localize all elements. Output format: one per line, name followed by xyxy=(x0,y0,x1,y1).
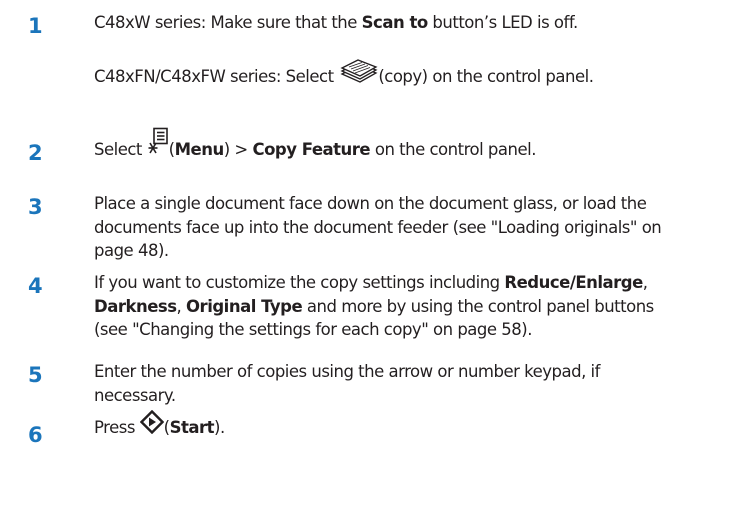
step-6-suffix: ). xyxy=(214,418,225,437)
reduce-enlarge-label: Reduce/Enlarge xyxy=(504,273,643,292)
step-text: Enter the number of copies using the arr… xyxy=(94,360,740,407)
step-number: 5 xyxy=(28,363,43,387)
copy-icon xyxy=(338,58,378,91)
step-5-line-1: Enter the number of copies using the arr… xyxy=(94,362,600,381)
step-1-suffix: button’s LED is off. xyxy=(427,13,578,32)
step-3-line-1: Place a single document face down on the… xyxy=(94,194,647,213)
step-number: 2 xyxy=(28,141,43,165)
copy-feature-label: Copy Feature xyxy=(252,140,371,159)
step-number: 1 xyxy=(28,14,43,38)
original-type-label: Original Type xyxy=(186,296,303,316)
start-icon xyxy=(139,410,164,441)
start-label: Start xyxy=(169,418,215,437)
step-1-sub-text: C48xFN/C48xFW series: Select (copy) on t… xyxy=(94,59,740,91)
step-4-line-1: If you want to customize the copy settin… xyxy=(94,271,740,295)
step-text: If you want to customize the copy settin… xyxy=(94,271,740,342)
step-4-line-1-prefix: If you want to customize the copy settin… xyxy=(94,273,505,292)
step-number: 3 xyxy=(28,195,43,219)
step-text: Select (Menu) > Copy Feature on the cont… xyxy=(94,127,740,162)
step-4-line-2-suffix: and more by using the control panel butt… xyxy=(302,296,654,316)
step-number: 6 xyxy=(28,423,43,447)
step-text: Press (Start). xyxy=(94,410,740,441)
menu-label: Menu xyxy=(174,140,225,159)
darkness-label: Darkness xyxy=(94,296,177,316)
step-4-line-1-suffix: , xyxy=(642,273,648,292)
step-5-line-2: necessary. xyxy=(94,385,176,405)
step-4-line-2: Darkness, Original Type and more by usin… xyxy=(94,295,740,319)
step-1-prefix: C48xW series: Make sure that the xyxy=(94,13,362,32)
menu-icon xyxy=(147,127,169,162)
step-4-line-3: (see "Changing the settings for each cop… xyxy=(94,320,532,339)
step-text: Place a single document face down on the… xyxy=(94,192,740,263)
step-1-sub-prefix: C48xFN/C48xFW series: Select xyxy=(94,66,339,86)
step-3-line-3: page 48). xyxy=(94,241,169,260)
step-2-prefix: Select xyxy=(94,140,147,159)
step-2-suffix: on the control panel. xyxy=(370,140,537,159)
scan-to-label: Scan to xyxy=(361,13,429,32)
step-1-sub-suffix: (copy) on the control panel. xyxy=(378,66,594,86)
step-6-prefix: Press xyxy=(94,418,140,437)
step-2-mid: ) > xyxy=(223,140,253,159)
step-3-line-2: documents face up into the document feed… xyxy=(94,217,662,237)
step-number: 4 xyxy=(28,274,43,298)
step-4-line-2-sep: , xyxy=(176,296,187,316)
step-text: C48xW series: Make sure that the Scan to… xyxy=(94,11,740,35)
